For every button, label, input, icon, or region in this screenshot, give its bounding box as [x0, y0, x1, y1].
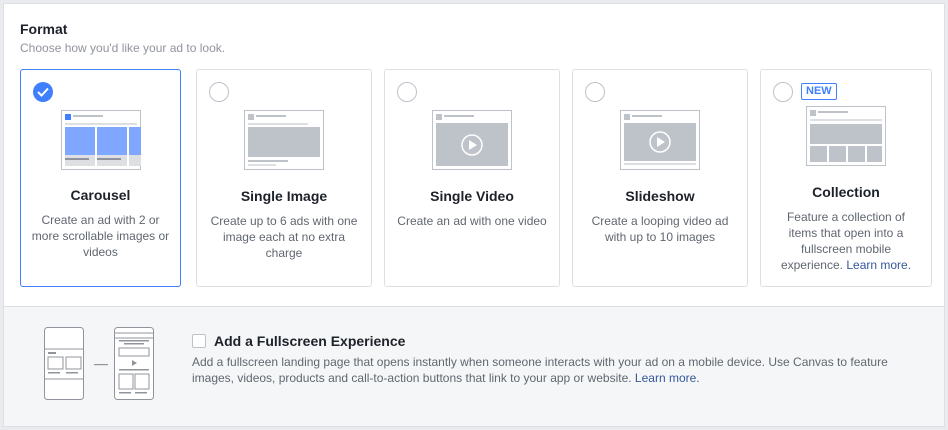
- option-title: Single Video: [430, 188, 514, 204]
- format-option-single-video[interactable]: Single Video Create an ad with one video: [384, 69, 560, 287]
- option-description: Create a looping video ad with up to 10 …: [591, 214, 729, 244]
- selected-check-icon[interactable]: [33, 82, 53, 102]
- format-option-slideshow[interactable]: Slideshow Create a looping video ad with…: [572, 69, 748, 287]
- option-title: Slideshow: [625, 188, 695, 204]
- format-options: Carousel Create an ad with 2 or more scr…: [20, 69, 932, 287]
- carousel-preview-icon: [60, 110, 141, 170]
- fullscreen-experience-checkbox[interactable]: [192, 334, 206, 348]
- fullscreen-description-text: Add a fullscreen landing page that opens…: [192, 355, 888, 385]
- fullscreen-experience-description: Add a fullscreen landing page that opens…: [192, 354, 912, 386]
- format-title: Format: [20, 21, 68, 37]
- option-description: Create an ad with one video: [397, 214, 547, 228]
- format-subtitle: Choose how you'd like your ad to look.: [20, 41, 226, 55]
- radio-button[interactable]: [585, 82, 605, 102]
- fullscreen-experience-section: Add a Fullscreen Experience Add a fullsc…: [4, 306, 944, 426]
- option-description: Feature a collection of items that open …: [771, 209, 921, 273]
- new-badge: NEW: [801, 83, 837, 100]
- radio-button[interactable]: [397, 82, 417, 102]
- single-video-preview-icon: [432, 110, 512, 170]
- fullscreen-experience-illustration: [44, 327, 154, 400]
- option-description: Create up to 6 ads with one image each a…: [210, 214, 358, 260]
- format-panel: Format Choose how you'd like your ad to …: [3, 3, 945, 427]
- option-title: Single Image: [240, 188, 328, 204]
- format-option-single-image[interactable]: Single Image Create up to 6 ads with one…: [196, 69, 372, 287]
- slideshow-preview-icon: [620, 110, 700, 170]
- learn-more-link[interactable]: Learn more.: [635, 371, 700, 385]
- fullscreen-experience-title: Add a Fullscreen Experience: [214, 333, 406, 349]
- option-description: Create an ad with 2 or more scrollable i…: [31, 213, 170, 259]
- radio-button[interactable]: [209, 82, 229, 102]
- format-option-carousel[interactable]: Carousel Create an ad with 2 or more scr…: [20, 69, 181, 287]
- radio-button[interactable]: [773, 82, 793, 102]
- single-image-preview-icon: [244, 110, 324, 170]
- collection-preview-icon: [806, 106, 886, 166]
- learn-more-link[interactable]: Learn more.: [846, 258, 911, 272]
- option-title: Carousel: [70, 187, 131, 203]
- format-header: Format Choose how you'd like your ad to …: [20, 20, 225, 56]
- option-title: Collection: [812, 184, 880, 200]
- format-option-collection[interactable]: NEW Collection Feature a collection of i…: [760, 69, 932, 287]
